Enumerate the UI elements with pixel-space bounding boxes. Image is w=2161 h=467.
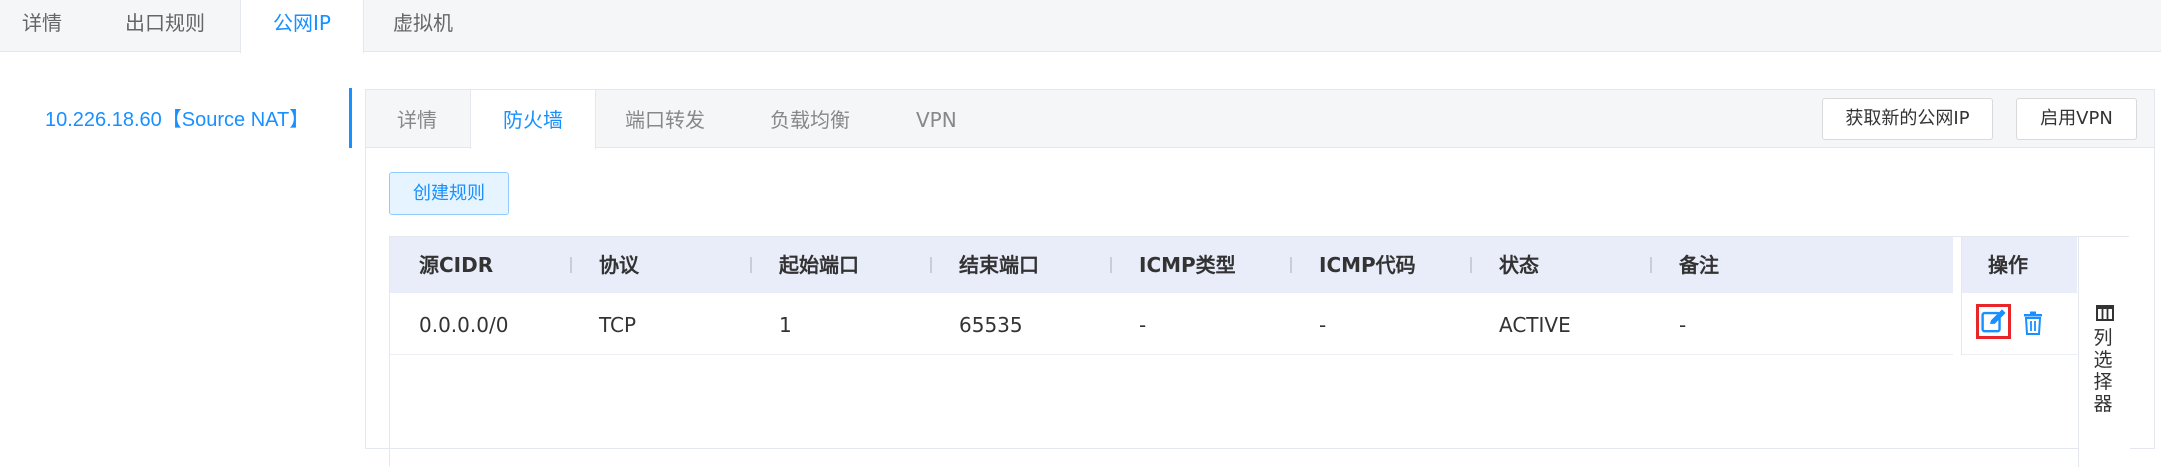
firewall-panel: 详情 防火墙 端口转发 负载均衡 VPN 获取新的公网IP 启用VPN 创建规则… xyxy=(365,89,2155,467)
table-row: 0.0.0.0/0 TCP 1 65535 - - ACTIVE - xyxy=(390,293,1953,355)
column-separator xyxy=(1110,257,1112,273)
subtab-details[interactable]: 详情 xyxy=(397,90,437,148)
cell-source-cidr: 0.0.0.0/0 xyxy=(419,313,509,337)
trash-icon xyxy=(2024,311,2042,335)
column-separator xyxy=(1470,257,1472,273)
subtab-port-forwarding[interactable]: 端口转发 xyxy=(625,90,705,148)
col-header-end-port: 结束端口 xyxy=(959,253,1039,277)
col-header-protocol: 协议 xyxy=(599,253,639,277)
cell-remark: - xyxy=(1679,313,1687,337)
columns-icon xyxy=(2096,305,2114,321)
column-separator xyxy=(930,257,932,273)
cell-end-port: 65535 xyxy=(959,313,1023,337)
col-header-status: 状态 xyxy=(1499,253,1539,277)
create-rule-button[interactable]: 创建规则 xyxy=(389,172,509,215)
ip-selected-indicator xyxy=(349,88,352,148)
col-header-icmp-type: ICMP类型 xyxy=(1139,253,1236,277)
operation-cell xyxy=(1961,293,2077,355)
edit-rule-button[interactable] xyxy=(1976,304,2011,339)
top-tab-bar: 详情 出口规则 公网IP 虚拟机 xyxy=(0,0,2161,53)
cell-start-port: 1 xyxy=(779,313,792,337)
ip-list-item[interactable]: 10.226.18.60【Source NAT】 xyxy=(45,103,309,132)
col-header-start-port: 起始端口 xyxy=(779,253,859,277)
col-header-icmp-code: ICMP代码 xyxy=(1319,253,1416,277)
col-header-remark: 备注 xyxy=(1679,253,1719,277)
enable-vpn-button[interactable]: 启用VPN xyxy=(2016,98,2137,140)
subtab-load-balancing[interactable]: 负载均衡 xyxy=(770,90,850,148)
column-separator xyxy=(1290,257,1292,273)
column-picker-button[interactable]: 列选择器 xyxy=(2078,237,2130,467)
tab-details[interactable]: 详情 xyxy=(22,0,62,52)
edit-icon xyxy=(1981,309,2006,333)
column-picker-label: 列选择器 xyxy=(2093,327,2113,415)
tab-virtual-machines[interactable]: 虚拟机 xyxy=(393,0,453,52)
cell-icmp-code: - xyxy=(1319,313,1327,337)
tab-egress-rules[interactable]: 出口规则 xyxy=(125,0,205,52)
acquire-ip-button[interactable]: 获取新的公网IP xyxy=(1822,98,1993,140)
firewall-rules-table: 源CIDR 协议 起始端口 结束端口 ICMP类型 ICMP代码 状态 备注 操… xyxy=(389,236,2130,467)
col-header-source-cidr: 源CIDR xyxy=(419,253,494,277)
delete-rule-button[interactable] xyxy=(2022,311,2044,335)
cell-protocol: TCP xyxy=(599,313,637,337)
sub-tab-bar: 详情 防火墙 端口转发 负载均衡 VPN 获取新的公网IP 启用VPN xyxy=(366,90,2154,149)
col-header-operation: 操作 xyxy=(1988,253,2028,277)
operation-header: 操作 xyxy=(1961,237,2077,293)
column-separator xyxy=(750,257,752,273)
subtab-firewall[interactable]: 防火墙 xyxy=(470,90,596,149)
cell-status: ACTIVE xyxy=(1499,313,1571,337)
cell-icmp-type: - xyxy=(1139,313,1147,337)
tab-public-ip[interactable]: 公网IP xyxy=(240,0,364,53)
subtab-vpn[interactable]: VPN xyxy=(916,90,957,148)
table-header: 源CIDR 协议 起始端口 结束端口 ICMP类型 ICMP代码 状态 备注 xyxy=(390,237,1953,293)
column-separator xyxy=(1650,257,1652,273)
column-separator xyxy=(570,257,572,273)
